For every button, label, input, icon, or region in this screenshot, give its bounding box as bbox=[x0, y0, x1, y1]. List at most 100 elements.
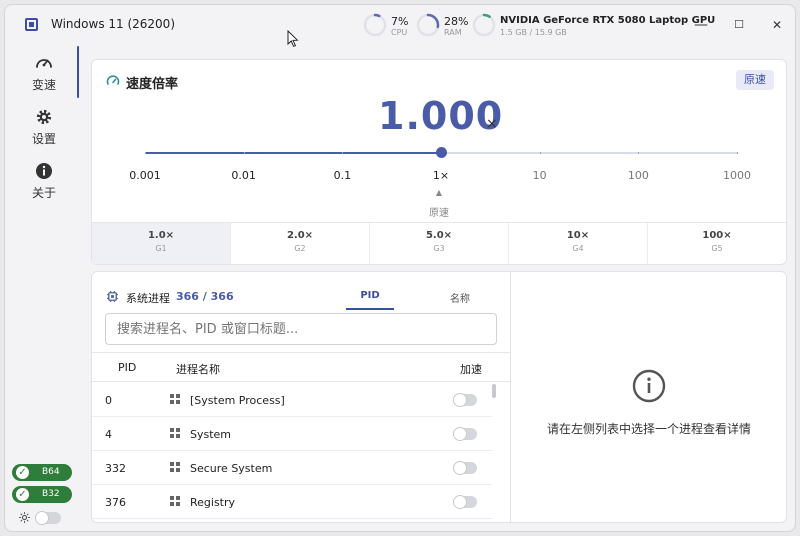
cpu-value: 7% bbox=[391, 15, 409, 28]
row-name: [System Process] bbox=[190, 394, 285, 407]
sun-icon bbox=[19, 512, 30, 523]
process-table-header: PID 进程名称 加速 bbox=[92, 352, 510, 382]
sidebar: 变速 设置 关于 ✓ B64 ✓ B32 bbox=[5, 45, 81, 531]
row-name: Registry bbox=[190, 496, 236, 509]
sidebar-item-settings[interactable]: 设置 bbox=[11, 103, 77, 153]
ram-value: 28% bbox=[444, 15, 469, 28]
sidebar-item-label: 设置 bbox=[31, 132, 56, 146]
process-list-scrollbar[interactable] bbox=[492, 384, 496, 398]
app-window: Windows 11 (26200) 7% CPU 28% RAM NVIDIA… bbox=[4, 4, 796, 532]
window-icon bbox=[170, 428, 180, 438]
triangle-up-icon: ▲ bbox=[435, 188, 443, 197]
window-icon bbox=[170, 394, 180, 404]
preset-value: 1.0× bbox=[147, 230, 175, 241]
ram-label: RAM bbox=[444, 28, 462, 37]
badge-b64[interactable]: ✓ B64 bbox=[12, 464, 72, 481]
preset-bar: 1.0× G1 2.0× G2 5.0× G3 10× G4 100× G5 bbox=[92, 222, 786, 264]
info-icon bbox=[632, 369, 666, 403]
sidebar-item-speed[interactable]: 变速 bbox=[11, 49, 77, 99]
speedometer-icon bbox=[36, 59, 52, 68]
process-count: 366 / 366 bbox=[176, 290, 234, 303]
preset-label: G1 bbox=[155, 244, 167, 253]
gpu-memory: 1.5 GB / 15.9 GB bbox=[500, 28, 567, 37]
empty-detail-message: 请在左侧列表中选择一个进程查看详情 bbox=[546, 422, 751, 436]
table-row[interactable]: 0 [System Process] bbox=[92, 383, 492, 417]
app-title: Windows 11 (26200) bbox=[51, 17, 176, 31]
preset-g4[interactable]: 10× G4 bbox=[509, 223, 648, 264]
speed-slider-thumb[interactable] bbox=[435, 147, 447, 158]
row-pid: 332 bbox=[105, 462, 126, 475]
table-row[interactable]: 376 Registry bbox=[92, 485, 492, 519]
tab-active-indicator bbox=[346, 308, 394, 310]
preset-g2[interactable]: 2.0× G2 bbox=[231, 223, 370, 264]
preset-label: G3 bbox=[433, 244, 445, 253]
window-icon bbox=[170, 496, 180, 506]
speed-scale-label: 100 bbox=[627, 169, 649, 182]
check-icon: ✓ bbox=[16, 466, 29, 479]
speed-scale-tick bbox=[539, 152, 541, 154]
gpu-ring-icon bbox=[472, 13, 496, 37]
column-pid[interactable]: PID bbox=[118, 361, 136, 374]
column-speed: 加速 bbox=[460, 363, 482, 376]
speed-scale-tick bbox=[638, 152, 640, 154]
nav-active-indicator bbox=[77, 46, 79, 98]
sidebar-item-label: 关于 bbox=[31, 186, 56, 200]
process-list-panel: 系统进程 366 / 366 PID 名称 PID 进程名称 加速 0 [Sys… bbox=[92, 272, 510, 522]
speed-scale-tick bbox=[342, 152, 344, 154]
speed-scale-tick bbox=[145, 152, 146, 154]
table-row[interactable]: 332 Secure System bbox=[92, 451, 492, 485]
reset-speed-button[interactable]: 原速 bbox=[736, 70, 774, 90]
row-pid: 0 bbox=[105, 394, 112, 407]
preset-g3[interactable]: 5.0× G3 bbox=[370, 223, 509, 264]
tab-sort-name[interactable]: 名称 bbox=[436, 290, 484, 305]
title-bar[interactable]: Windows 11 (26200) 7% CPU 28% RAM NVIDIA… bbox=[5, 5, 795, 45]
speed-card: 速度倍率 原速 1.000 × 0.001 0.01 0.1 1× 10 100 1000 … bbox=[91, 59, 787, 265]
preset-value: 10× bbox=[566, 230, 590, 241]
theme-toggle[interactable] bbox=[19, 510, 69, 526]
accelerate-toggle[interactable] bbox=[453, 427, 477, 441]
column-name[interactable]: 进程名称 bbox=[176, 361, 220, 377]
theme-toggle-thumb bbox=[35, 511, 49, 525]
minimize-button[interactable]: — bbox=[691, 15, 711, 35]
preset-g5[interactable]: 100× G5 bbox=[648, 223, 786, 264]
process-search-input[interactable] bbox=[105, 313, 497, 345]
process-title: 系统进程 bbox=[126, 292, 170, 305]
ram-ring-icon bbox=[416, 13, 440, 37]
theme-toggle-track[interactable] bbox=[35, 511, 61, 525]
sidebar-item-label: 变速 bbox=[31, 78, 56, 92]
row-name: Secure System bbox=[190, 462, 273, 475]
preset-label: G4 bbox=[572, 244, 584, 253]
badge-b32[interactable]: ✓ B32 bbox=[12, 486, 72, 503]
panel-divider[interactable] bbox=[510, 272, 511, 522]
badge-label: B32 bbox=[42, 489, 60, 499]
close-button[interactable]: ✕ bbox=[767, 15, 787, 35]
accelerate-toggle[interactable] bbox=[453, 461, 477, 475]
preset-value: 2.0× bbox=[286, 230, 314, 241]
accelerate-toggle[interactable] bbox=[453, 393, 477, 407]
cpu-ring-icon bbox=[363, 13, 387, 37]
speed-scale-tick bbox=[243, 152, 245, 154]
row-pid: 4 bbox=[105, 428, 112, 441]
process-card: 系统进程 366 / 366 PID 名称 PID 进程名称 加速 0 [Sys… bbox=[91, 271, 787, 523]
preset-g1[interactable]: 1.0× G1 bbox=[92, 223, 231, 264]
preset-label: G2 bbox=[294, 244, 306, 253]
app-icon bbox=[25, 18, 38, 31]
table-row[interactable]: 4 System bbox=[92, 417, 492, 451]
info-icon bbox=[36, 163, 52, 179]
tab-sort-pid[interactable]: PID bbox=[346, 290, 394, 301]
speed-scale-label: 0.001 bbox=[129, 169, 161, 182]
gear-icon bbox=[36, 109, 52, 125]
maximize-button[interactable]: ☐ bbox=[729, 15, 749, 35]
speed-scale-label: 0.1 bbox=[333, 169, 352, 182]
mouse-cursor-icon bbox=[287, 30, 299, 48]
sidebar-item-about[interactable]: 关于 bbox=[11, 157, 77, 207]
check-icon: ✓ bbox=[16, 488, 29, 501]
badge-label: B64 bbox=[42, 467, 60, 477]
accelerate-toggle[interactable] bbox=[453, 495, 477, 509]
speed-unit: × bbox=[486, 116, 498, 132]
speed-marker-label: 原速 bbox=[429, 208, 449, 219]
speed-slider-fill bbox=[145, 152, 441, 154]
speed-title: 速度倍率 bbox=[126, 77, 179, 92]
speed-scale-label: 1000 bbox=[723, 169, 751, 182]
speedometer-icon bbox=[106, 75, 120, 85]
